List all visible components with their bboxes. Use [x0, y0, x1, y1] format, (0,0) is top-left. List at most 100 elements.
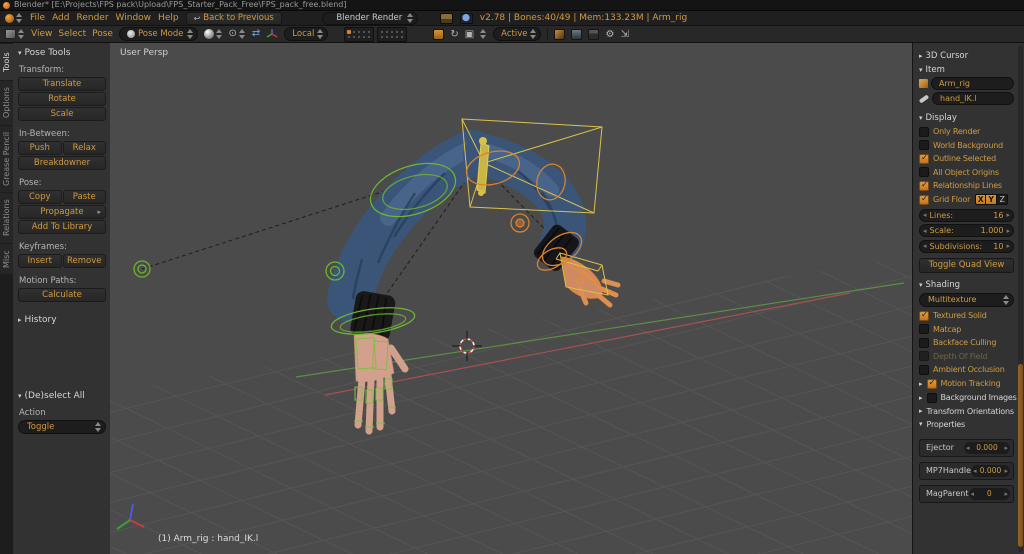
- active-select[interactable]: Active: [493, 27, 542, 41]
- depth-of-field-checkbox[interactable]: [919, 351, 929, 361]
- push-button[interactable]: Push: [18, 141, 62, 155]
- calculate-button[interactable]: Calculate: [18, 288, 106, 302]
- relationship-lines-checkbox[interactable]: [919, 180, 929, 191]
- lines-field[interactable]: ◂ Lines: 16 ▸: [919, 208, 1014, 222]
- relax-button[interactable]: Relax: [62, 141, 106, 155]
- remove-keyframe-button[interactable]: Remove: [62, 254, 106, 268]
- magparent-value-field[interactable]: ◂ 0 ▸: [968, 487, 1010, 500]
- world-background-label: World Background: [933, 140, 1003, 150]
- tab-misc[interactable]: Misc: [0, 244, 13, 274]
- menu-help[interactable]: Help: [158, 13, 179, 23]
- axis-z-toggle[interactable]: Z: [997, 194, 1009, 205]
- insert-keyframe-button[interactable]: Insert: [18, 254, 62, 268]
- render-border-icon[interactable]: ▣: [465, 29, 474, 40]
- pivot-center-select[interactable]: ⊙: [229, 29, 246, 39]
- axis-x-toggle[interactable]: X: [975, 194, 987, 205]
- increment-arrow-icon[interactable]: ▸: [1004, 467, 1008, 475]
- propagate-button[interactable]: Propagate ▸: [18, 205, 106, 219]
- tab-options[interactable]: Options: [0, 81, 13, 125]
- menu-add[interactable]: Add: [52, 13, 69, 23]
- background-images-checkbox[interactable]: [926, 392, 937, 403]
- subdivisions-field[interactable]: ◂ Subdivisions: 10 ▸: [919, 239, 1014, 253]
- decrement-arrow-icon[interactable]: ◂: [923, 242, 927, 250]
- tab-tools[interactable]: Tools: [0, 44, 13, 80]
- background-images-label: Background Images: [940, 393, 1017, 402]
- layer-grid-left[interactable]: [344, 26, 375, 42]
- bone-name-field[interactable]: hand_IK.l: [932, 92, 1014, 105]
- object-name-field[interactable]: Arm_rig: [931, 77, 1014, 90]
- back-to-previous-button[interactable]: ↩ Back to Previous: [185, 11, 282, 25]
- info-bar: File Add Render Window Help ↩ Back to Pr…: [0, 10, 1024, 25]
- increment-arrow-icon[interactable]: ▸: [1004, 444, 1008, 452]
- render-preview-icon[interactable]: [571, 28, 583, 40]
- textured-solid-checkbox[interactable]: [919, 310, 929, 321]
- matcap-checkbox[interactable]: [919, 324, 929, 334]
- toggle-quad-view-button[interactable]: Toggle Quad View: [919, 257, 1014, 273]
- add-to-library-button[interactable]: Add To Library: [18, 220, 106, 234]
- mode-select[interactable]: Pose Mode: [118, 27, 198, 41]
- menu-file[interactable]: File: [30, 13, 45, 23]
- info-editor-type-button[interactable]: [5, 13, 23, 23]
- keying-set-icon[interactable]: ⚙: [605, 29, 614, 40]
- cursor-panel-header[interactable]: ▸ 3D Cursor: [919, 51, 1014, 61]
- increment-arrow-icon[interactable]: ▸: [1006, 227, 1010, 235]
- background-images-panel-header[interactable]: ▸ Background Images: [919, 392, 1017, 403]
- grid-floor-checkbox[interactable]: [919, 194, 929, 205]
- action-select[interactable]: Toggle: [18, 420, 106, 434]
- viewport-shading-select[interactable]: [203, 29, 223, 39]
- translate-manipulator-icon[interactable]: ⇄: [252, 29, 260, 39]
- increment-arrow-icon[interactable]: ▸: [1006, 242, 1010, 250]
- snap-cycle-icon[interactable]: ↻: [450, 29, 458, 40]
- history-panel-header[interactable]: ▸ History: [18, 315, 106, 325]
- menu-render[interactable]: Render: [77, 13, 109, 23]
- menu-view[interactable]: View: [31, 29, 52, 39]
- panel-scrollbar[interactable]: [1018, 45, 1023, 552]
- backface-culling-checkbox[interactable]: [919, 337, 929, 348]
- paint-brush-icon[interactable]: [554, 28, 566, 40]
- ambient-occlusion-checkbox[interactable]: [919, 364, 929, 375]
- axis-y-toggle[interactable]: Y: [986, 194, 998, 205]
- world-background-checkbox[interactable]: [919, 140, 929, 150]
- clapperboard-icon[interactable]: [588, 28, 600, 40]
- transform-orientations-panel-header[interactable]: ▸ Transform Orientations: [919, 407, 1014, 416]
- shading-mode-select[interactable]: Multitexture: [919, 292, 1014, 307]
- view3d-editor-type-button[interactable]: [5, 29, 25, 39]
- translate-button[interactable]: Translate: [18, 77, 106, 91]
- item-panel-header[interactable]: ▾ Item: [919, 65, 1014, 75]
- decrement-arrow-icon[interactable]: ◂: [923, 211, 927, 219]
- properties-panel-header[interactable]: ▾ Properties: [919, 420, 1014, 429]
- stamp-icon[interactable]: ⇲: [620, 29, 628, 40]
- all-object-origins-checkbox[interactable]: [919, 167, 929, 177]
- viewport-3d[interactable]: User Persp (1) Arm_rig : hand_IK.l: [110, 43, 912, 554]
- ejector-value-field[interactable]: ◂ 0.000 ▸: [964, 441, 1010, 454]
- tab-grease-pencil[interactable]: Grease Pencil: [0, 126, 13, 192]
- layers-widget[interactable]: [344, 26, 408, 42]
- motion-tracking-checkbox[interactable]: [926, 378, 937, 389]
- copy-button[interactable]: Copy: [18, 190, 62, 204]
- paste-button[interactable]: Paste: [62, 190, 106, 204]
- only-render-checkbox[interactable]: [919, 126, 929, 137]
- motion-tracking-panel-header[interactable]: ▸ Motion Tracking: [919, 378, 1014, 389]
- scale-button[interactable]: Scale: [18, 107, 106, 121]
- scrollbar-thumb[interactable]: [1018, 364, 1023, 547]
- snap-target-icon[interactable]: [433, 28, 445, 40]
- outline-selected-checkbox[interactable]: [919, 153, 929, 164]
- shading-panel-header[interactable]: ▾ Shading: [919, 280, 1014, 290]
- increment-arrow-icon[interactable]: ▸: [1004, 490, 1008, 498]
- render-engine-select[interactable]: Blender Render: [321, 11, 418, 25]
- transform-orientation-select[interactable]: Local: [284, 27, 329, 41]
- rotate-button[interactable]: Rotate: [18, 92, 106, 106]
- display-panel-header[interactable]: ▾ Display: [919, 113, 1014, 123]
- menu-select[interactable]: Select: [58, 29, 86, 39]
- menu-window[interactable]: Window: [116, 13, 152, 23]
- menu-pose[interactable]: Pose: [92, 29, 113, 39]
- pose-tools-panel-header[interactable]: ▾ Pose Tools: [18, 48, 106, 58]
- increment-arrow-icon[interactable]: ▸: [1006, 211, 1010, 219]
- deselect-panel-header[interactable]: ▾ (De)select All: [18, 391, 106, 401]
- decrement-arrow-icon[interactable]: ◂: [923, 227, 927, 235]
- tab-relations[interactable]: Relations: [0, 193, 13, 243]
- layer-grid-right[interactable]: [377, 26, 408, 42]
- breakdowner-button[interactable]: Breakdowner: [18, 156, 106, 170]
- mp7handle-value-field[interactable]: ◂ 0.000 ▸: [971, 464, 1010, 477]
- scale-field[interactable]: ◂ Scale: 1.000 ▸: [919, 224, 1014, 237]
